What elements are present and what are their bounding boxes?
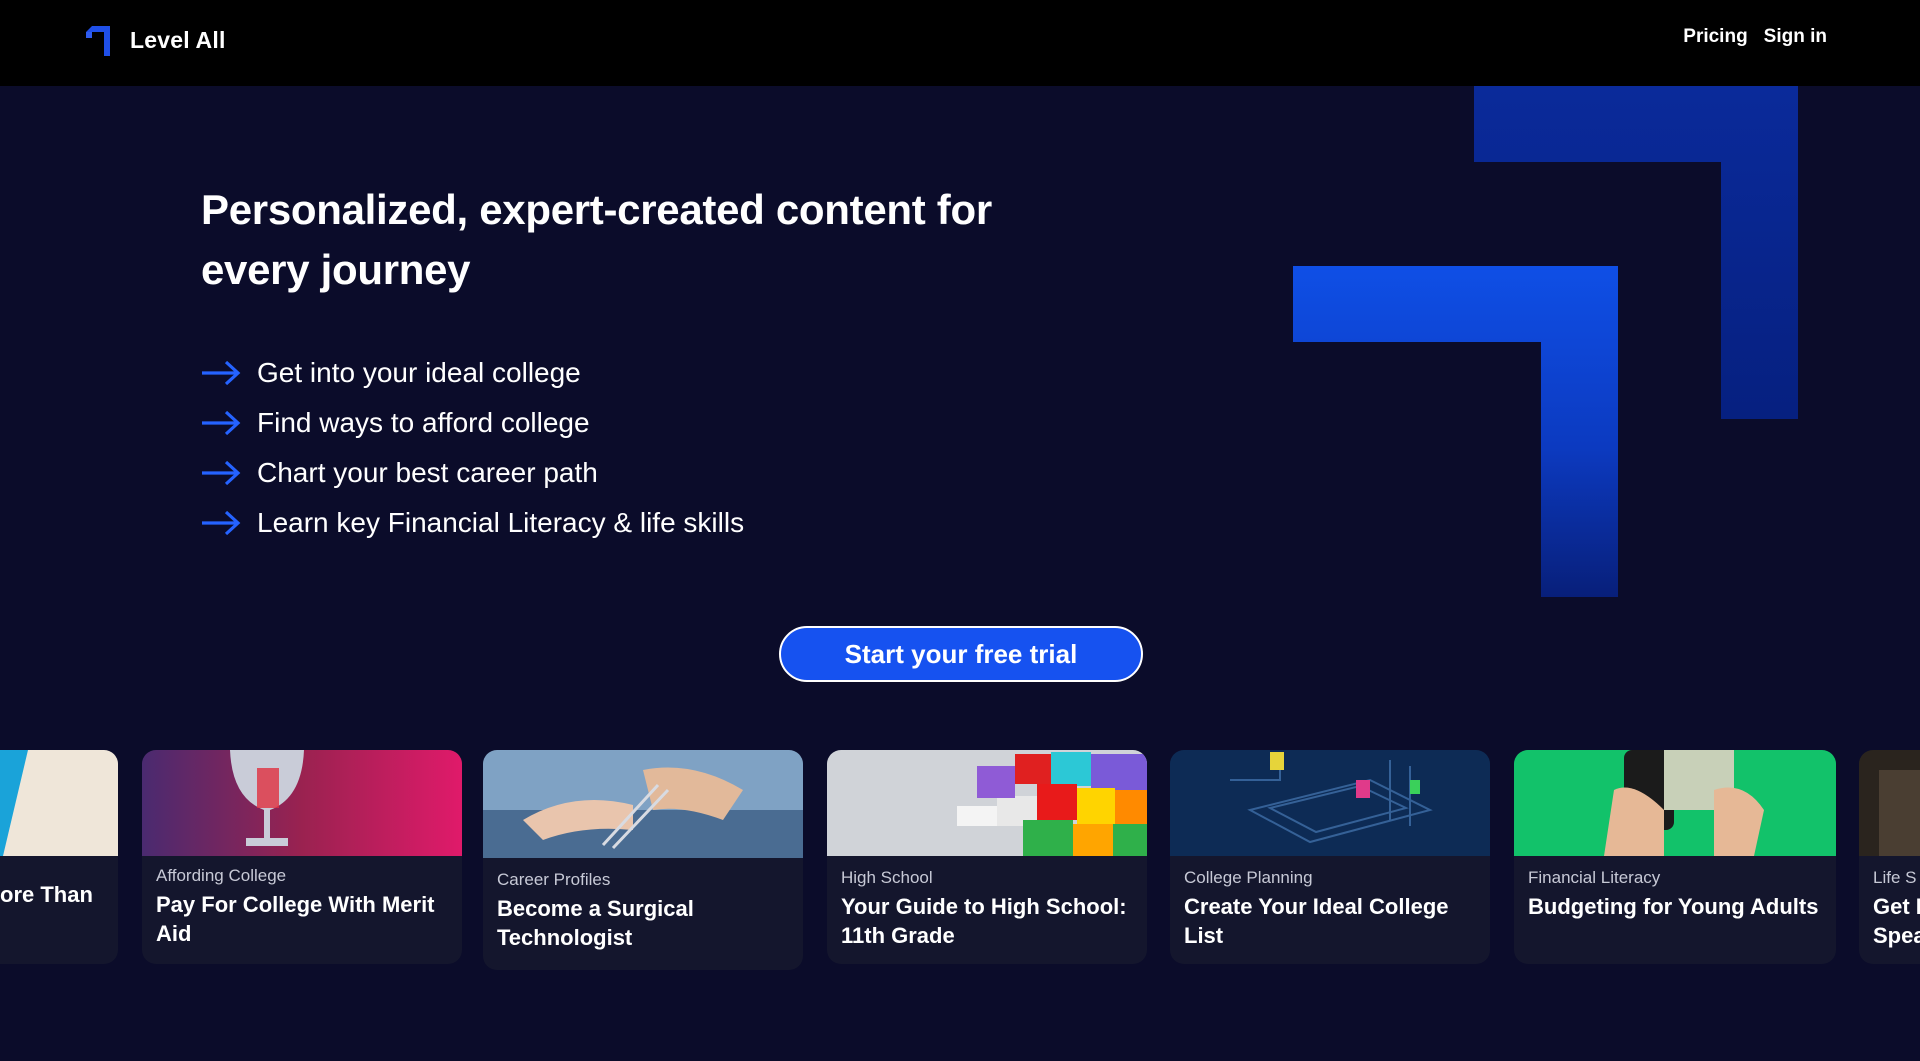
top-navigation-bar: Level All Pricing Sign in	[0, 0, 1920, 86]
card-thumbnail	[142, 750, 462, 856]
card-title: Create Your Ideal College List	[1184, 894, 1449, 948]
benefit-text: Find ways to afford college	[257, 407, 590, 438]
card-title: Budgeting for Young Adults	[1528, 894, 1819, 919]
arrow-right-icon	[202, 360, 241, 386]
content-card[interactable]: High School Your Guide to High School: 1…	[827, 750, 1147, 964]
card-thumbnail	[827, 750, 1147, 856]
card-thumbnail	[483, 750, 803, 858]
benefit-item: Learn key Financial Literacy & life skil…	[201, 498, 744, 548]
level-all-logo-icon	[86, 26, 110, 56]
card-thumbnail	[0, 750, 118, 856]
content-card[interactable]: Affording College Pay For College With M…	[142, 750, 462, 964]
card-category: College Planning	[1184, 868, 1313, 887]
card-category: High School	[841, 868, 933, 887]
header-nav: Pricing Sign in	[1683, 26, 1827, 48]
arrow-right-icon	[202, 410, 241, 436]
card-category: Life S	[1873, 868, 1917, 887]
arrow-right-icon	[202, 460, 241, 486]
card-title: ore Than	[0, 882, 93, 907]
card-title: Become a Surgical Technologist	[497, 896, 694, 950]
brand-logo[interactable]: Level All	[86, 24, 226, 56]
pricing-link[interactable]: Pricing	[1683, 26, 1747, 48]
content-carousel[interactable]: ore Than Affording College Pay For Colle…	[0, 750, 1920, 980]
card-title: Your Guide to High School: 11th Grade	[841, 894, 1127, 948]
content-card[interactable]: Financial Literacy Budgeting for Young A…	[1514, 750, 1836, 964]
benefit-text: Get into your ideal college	[257, 357, 581, 388]
benefit-item: Find ways to afford college	[201, 398, 744, 448]
benefit-item: Chart your best career path	[201, 448, 744, 498]
card-title: Get I Spea	[1873, 894, 1920, 948]
benefits-list: Get into your ideal college Find ways to…	[201, 348, 744, 548]
benefit-item: Get into your ideal college	[201, 348, 744, 398]
benefit-text: Learn key Financial Literacy & life skil…	[257, 507, 745, 538]
card-thumbnail	[1859, 750, 1920, 856]
sign-in-link[interactable]: Sign in	[1764, 26, 1827, 48]
card-thumbnail	[1514, 750, 1836, 856]
arrow-right-icon	[202, 510, 241, 536]
card-category: Career Profiles	[497, 870, 611, 889]
hero-section: Personalized, expert-created content for…	[0, 86, 1920, 1061]
content-card[interactable]: ore Than	[0, 750, 118, 964]
hero-headline: Personalized, expert-created content for…	[201, 186, 992, 293]
start-free-trial-button[interactable]: Start your free trial	[779, 626, 1143, 682]
card-category: Financial Literacy	[1528, 868, 1661, 887]
brand-name: Level All	[130, 26, 226, 53]
content-card[interactable]: Career Profiles Become a Surgical Techno…	[483, 750, 803, 970]
benefit-text: Chart your best career path	[257, 457, 598, 488]
content-card[interactable]: College Planning Create Your Ideal Colle…	[1170, 750, 1490, 964]
card-category: Affording College	[156, 866, 287, 885]
card-title: Pay For College With Merit Aid	[156, 892, 435, 946]
content-card[interactable]: Life S Get I Spea	[1859, 750, 1920, 964]
card-thumbnail	[1170, 750, 1490, 856]
